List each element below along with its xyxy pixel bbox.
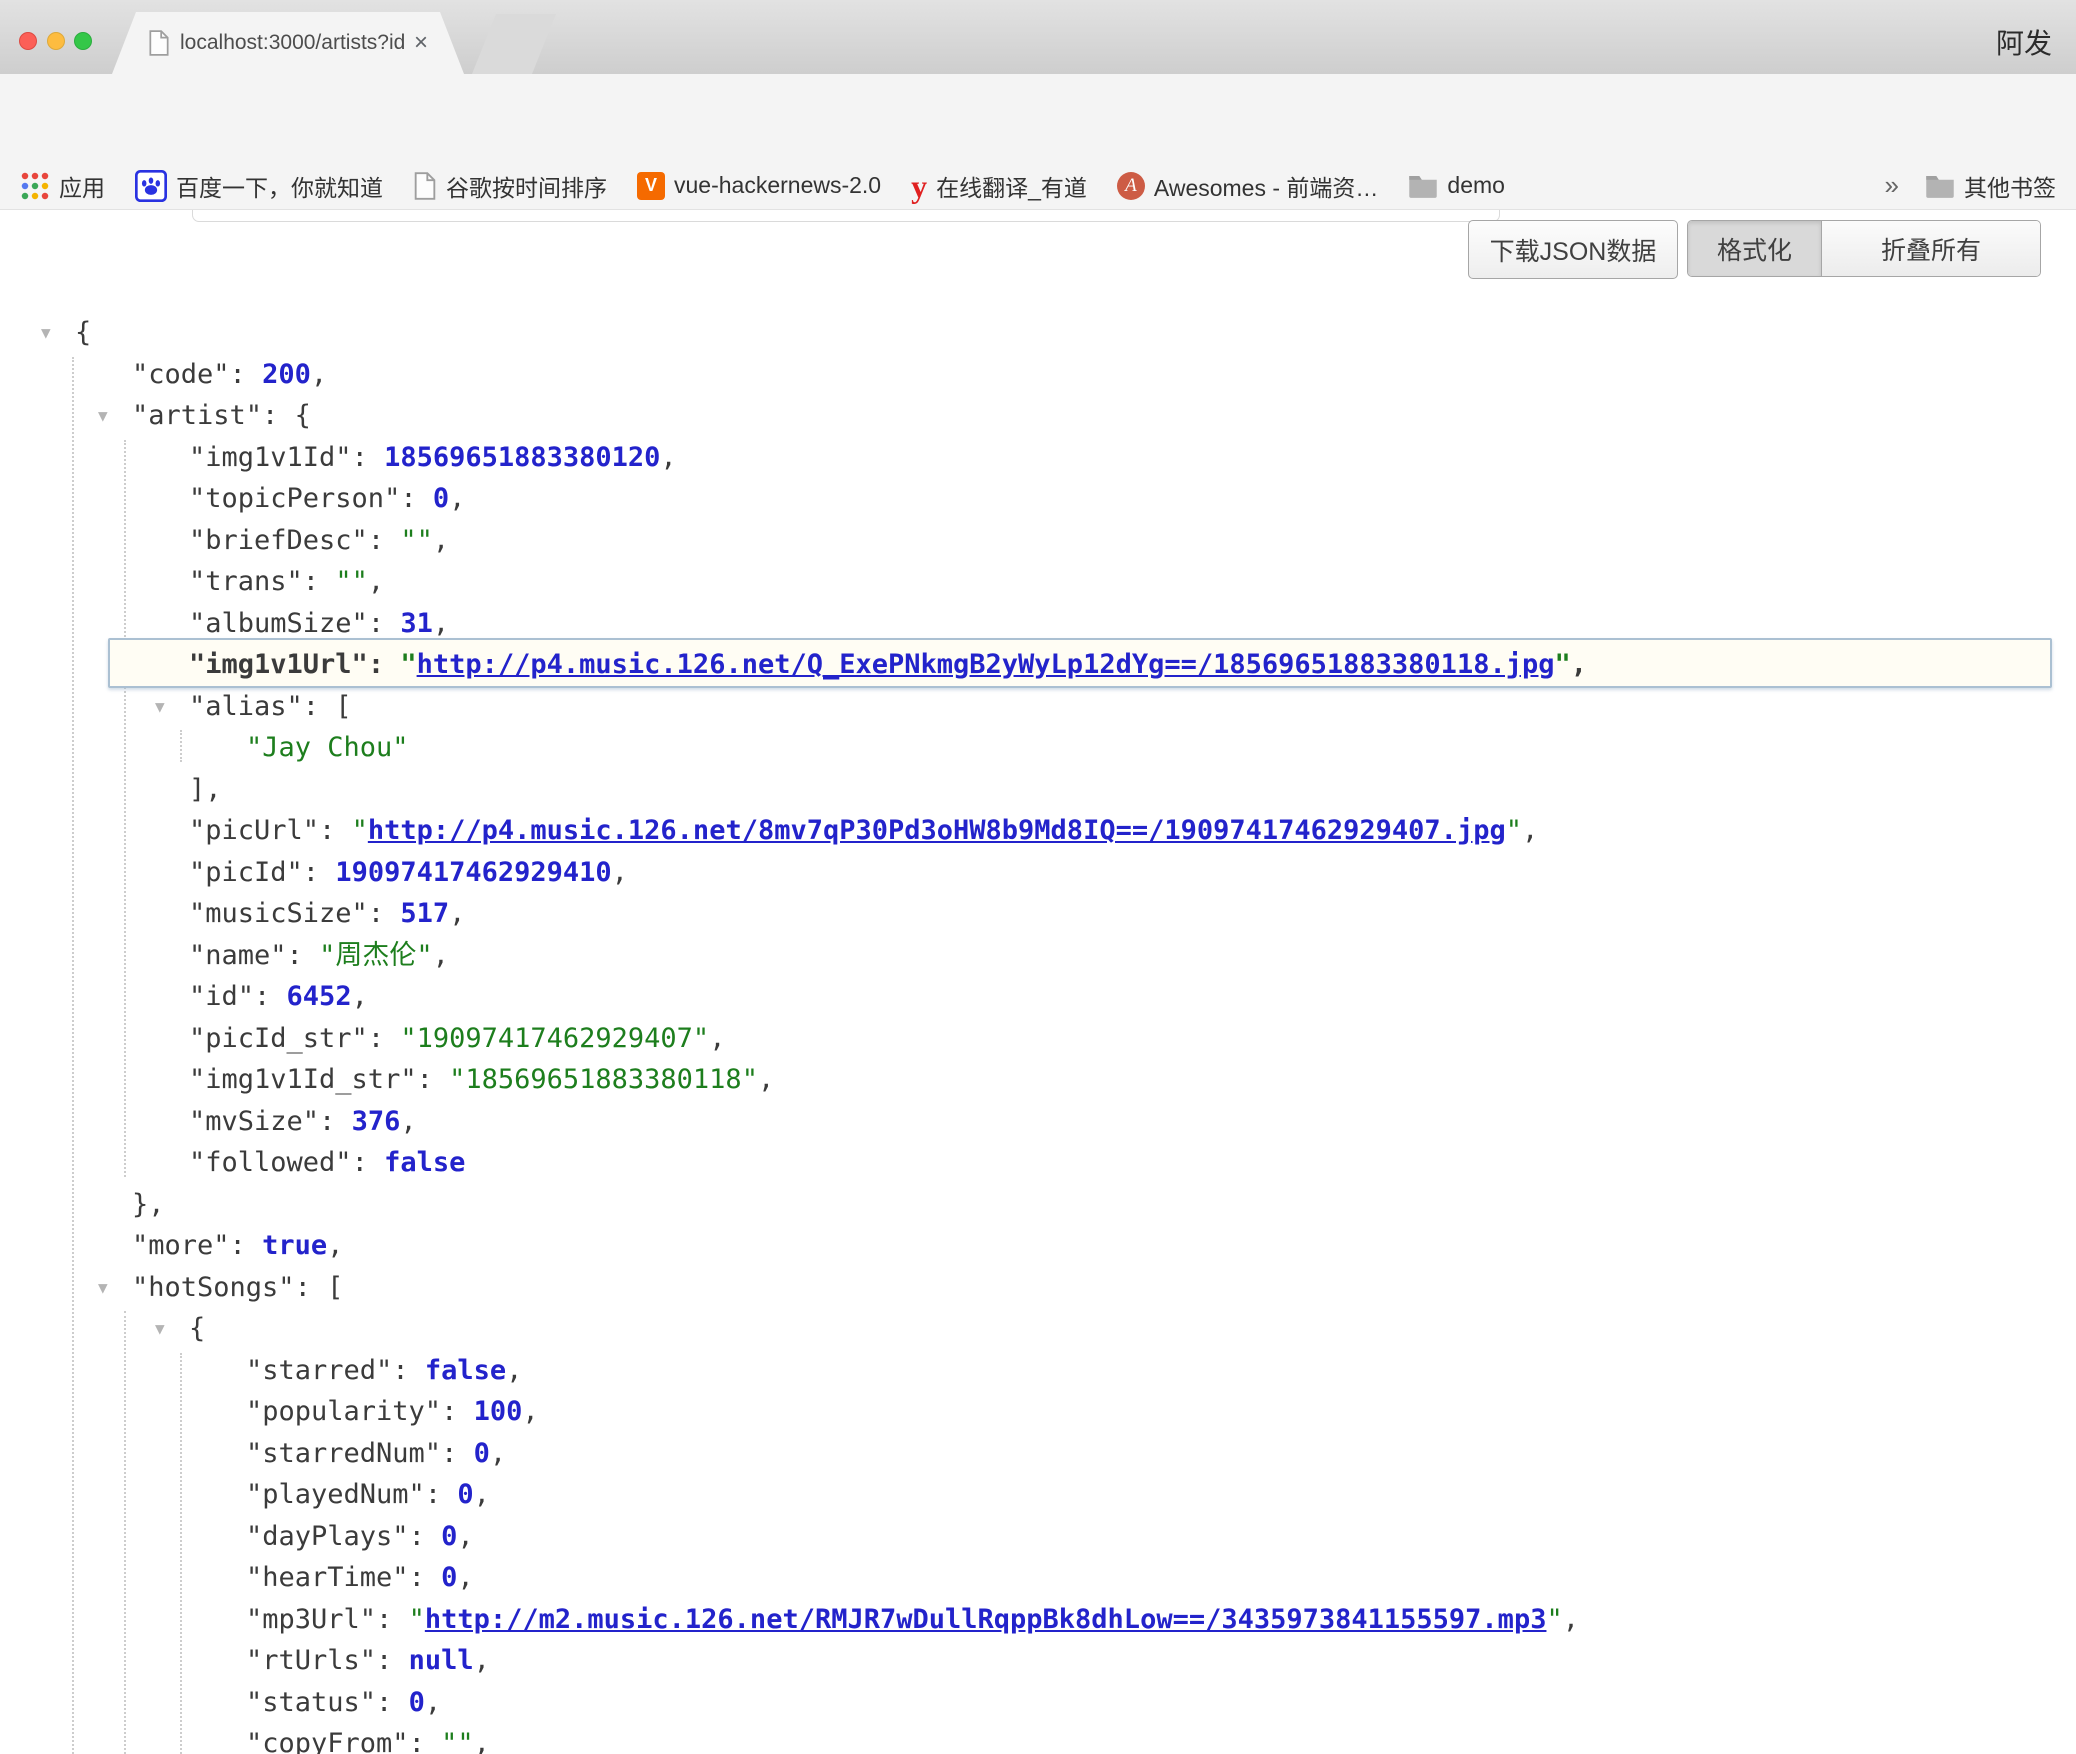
download-json-button[interactable]: 下载JSON数据: [1468, 220, 1678, 279]
json-line: ▼"alias": [: [0, 686, 2076, 728]
json-line: ▼"hotSongs": [: [0, 1267, 2076, 1309]
folder-icon: [1408, 173, 1438, 199]
awesomes-badge-icon: A: [1117, 172, 1145, 200]
page-icon: [148, 30, 170, 56]
tab-close-icon[interactable]: ×: [414, 31, 428, 55]
json-line: "musicSize": 517,: [0, 893, 2076, 935]
page-icon: [413, 172, 437, 200]
json-line: "img1v1Id_str": "18569651883380118",: [0, 1059, 2076, 1101]
json-line: "rtUrls": null,: [0, 1640, 2076, 1682]
json-line: ▼{: [0, 312, 2076, 354]
json-line: "more": true,: [0, 1225, 2076, 1267]
new-tab-button[interactable]: [472, 14, 556, 74]
json-line: ],: [0, 769, 2076, 811]
json-line: "popularity": 100,: [0, 1391, 2076, 1433]
json-line: "hearTime": 0,: [0, 1557, 2076, 1599]
json-url-link[interactable]: http://p4.music.126.net/8mv7qP30Pd3oHW8b…: [368, 815, 1506, 846]
json-line: ▼"artist": {: [0, 395, 2076, 437]
collapse-all-button[interactable]: 折叠所有: [1822, 221, 2040, 276]
bookmark-youdao-translate[interactable]: y 在线翻译_有道: [911, 169, 1087, 203]
json-url-link[interactable]: http://p4.music.126.net/Q_ExePNkmgB2yWyL…: [417, 649, 1555, 680]
json-line: "Jay Chou": [0, 727, 2076, 769]
close-window-button[interactable]: [19, 32, 37, 50]
folder-icon: [1925, 173, 1955, 199]
browser-toolbar: localhost:3000/artists?id=6452 英 en FE T: [0, 74, 2076, 162]
tab-title: localhost:3000/artists?id=645: [180, 31, 404, 55]
json-line: "mp3Url": "http://m2.music.126.net/RMJR7…: [0, 1599, 2076, 1641]
json-line: "briefDesc": "",: [0, 520, 2076, 562]
json-line: "topicPerson": 0,: [0, 478, 2076, 520]
json-line: "name": "周杰伦",: [0, 935, 2076, 977]
json-line: },: [0, 1184, 2076, 1226]
json-line: "status": 0,: [0, 1682, 2076, 1724]
zoom-window-button[interactable]: [74, 32, 92, 50]
youdao-badge-icon: y: [911, 173, 927, 199]
bookmarks-overflow-chevron[interactable]: »: [1885, 170, 1899, 201]
other-bookmarks-folder[interactable]: 其他书签: [1925, 169, 2056, 203]
json-line: "starred": false,: [0, 1350, 2076, 1392]
collapse-toggle-icon[interactable]: ▼: [98, 395, 108, 437]
json-line: ▼{: [0, 1308, 2076, 1350]
collapse-toggle-icon[interactable]: ▼: [98, 1267, 108, 1309]
collapse-toggle-icon[interactable]: ▼: [41, 312, 51, 354]
browser-profile-name[interactable]: 阿发: [1996, 22, 2052, 62]
json-line: "playedNum": 0,: [0, 1474, 2076, 1516]
view-mode-segmented-control: 格式化 折叠所有: [1687, 220, 2041, 277]
format-button[interactable]: 格式化: [1688, 221, 1822, 276]
bookmark-folder-demo[interactable]: demo: [1408, 172, 1505, 199]
bookmark-vue-hackernews[interactable]: V vue-hackernews-2.0: [637, 172, 881, 200]
bookmark-apps[interactable]: 应用: [20, 169, 105, 203]
bookmark-baidu[interactable]: 百度一下，你就知道: [135, 169, 383, 203]
collapse-toggle-icon[interactable]: ▼: [155, 1308, 165, 1350]
active-tab[interactable]: localhost:3000/artists?id=645 ×: [112, 12, 464, 74]
json-viewer: ▼{"code": 200,▼"artist": {"img1v1Id": 18…: [0, 312, 2076, 1754]
json-line: "mvSize": 376,: [0, 1101, 2076, 1143]
json-line: "copyFrom": "",: [0, 1723, 2076, 1754]
json-line: "followed": false: [0, 1142, 2076, 1184]
tab-strip: localhost:3000/artists?id=645 × 阿发: [0, 0, 2076, 74]
json-line: "dayPlays": 0,: [0, 1516, 2076, 1558]
collapse-toggle-icon[interactable]: ▼: [155, 686, 165, 728]
json-line: "id": 6452,: [0, 976, 2076, 1018]
json-url-link[interactable]: http://m2.music.126.net/RMJR7wDullRqppBk…: [425, 1604, 1547, 1635]
bookmark-awesomes[interactable]: A Awesomes - 前端资…: [1117, 169, 1379, 203]
json-line: "img1v1Id": 18569651883380120,: [0, 437, 2076, 479]
json-line: "picUrl": "http://p4.music.126.net/8mv7q…: [0, 810, 2076, 852]
baidu-paw-icon: [135, 170, 167, 202]
json-line: "picId": 19097417462929410,: [0, 852, 2076, 894]
json-line: "picId_str": "19097417462929407",: [0, 1018, 2076, 1060]
vue-badge-icon: V: [637, 172, 665, 200]
bookmarks-bar: 应用 百度一下，你就知道 谷歌按时间排序 V vue-hackernews-2.…: [0, 162, 2076, 210]
json-line: "trans": "",: [0, 561, 2076, 603]
json-line: "code": 200,: [0, 354, 2076, 396]
json-line: "starredNum": 0,: [0, 1433, 2076, 1475]
apps-grid-icon: [20, 171, 50, 201]
json-line-highlighted: "img1v1Url": "http://p4.music.126.net/Q_…: [0, 644, 2076, 686]
minimize-window-button[interactable]: [47, 32, 65, 50]
bookmark-google-sort[interactable]: 谷歌按时间排序: [413, 169, 607, 203]
